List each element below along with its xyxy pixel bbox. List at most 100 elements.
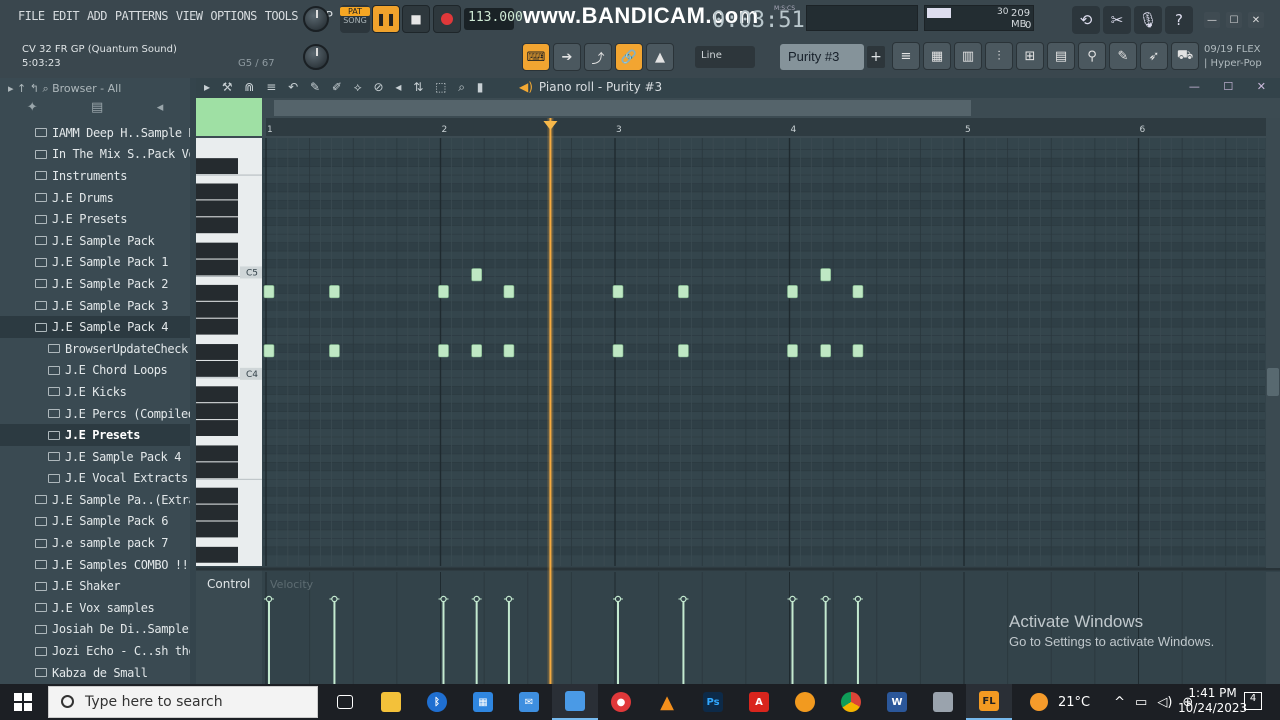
- browser-item[interactable]: J.E Sample Pa..(Extracts): [0, 489, 190, 511]
- midi-note[interactable]: [329, 285, 340, 299]
- midi-note[interactable]: [263, 344, 275, 358]
- help-icon[interactable]: ?: [1165, 6, 1193, 34]
- browser-item[interactable]: Jozi Echo - C..sh the beat): [0, 640, 190, 662]
- typing-keyboard-icon[interactable]: ⌨: [522, 43, 550, 71]
- tempo-display[interactable]: 113.000: [464, 8, 523, 30]
- channel-rack-icon[interactable]: ▦: [923, 42, 951, 70]
- photoshop-icon[interactable]: Ps: [690, 684, 736, 720]
- mail-icon[interactable]: ✉: [506, 684, 552, 720]
- windows-start-icon[interactable]: [14, 693, 32, 711]
- menu-view[interactable]: VIEW: [176, 9, 203, 23]
- word-icon[interactable]: W: [874, 684, 920, 720]
- metronome-icon[interactable]: ▲: [646, 43, 674, 71]
- vlc-icon[interactable]: ▲: [644, 684, 690, 720]
- midi-note[interactable]: [678, 344, 689, 358]
- black-key[interactable]: [196, 344, 238, 360]
- midi-note[interactable]: [263, 285, 275, 299]
- midi-note[interactable]: [329, 344, 340, 358]
- cart-icon[interactable]: ⛟: [1171, 42, 1199, 70]
- browser-item[interactable]: IAMM Deep H..Sample Kit: [0, 122, 190, 144]
- midi-note[interactable]: [820, 344, 831, 358]
- task-view-icon[interactable]: [322, 684, 368, 720]
- browser-item[interactable]: J.E Presets: [0, 424, 190, 446]
- control-target[interactable]: Velocity: [270, 578, 313, 591]
- midi-note[interactable]: [438, 285, 449, 299]
- black-key[interactable]: [196, 386, 238, 403]
- black-key[interactable]: [196, 217, 238, 234]
- piano-roll-canvas[interactable]: 1 2 3 4 5 6 C5 C4: [196, 78, 1280, 684]
- wand-icon[interactable]: ✎: [1109, 42, 1137, 70]
- velocity-handle[interactable]: [331, 595, 338, 603]
- pattern-selector[interactable]: Purity #3: [780, 44, 864, 70]
- browser-item[interactable]: J.E Sample Pack 1: [0, 252, 190, 274]
- tray-clock[interactable]: 1:41 PM 10/24/2023: [1178, 686, 1247, 716]
- midi-note[interactable]: [787, 285, 798, 299]
- browser-item[interactable]: J.E Sample Pack 3: [0, 295, 190, 317]
- undo-history-icon[interactable]: ⟲: [1072, 6, 1100, 34]
- browser-item[interactable]: J.E Presets: [0, 208, 190, 230]
- acrobat-icon[interactable]: A: [736, 684, 782, 720]
- close-icon[interactable]: ✕: [1248, 12, 1264, 28]
- app-window-icon[interactable]: [552, 684, 598, 720]
- midi-note[interactable]: [852, 344, 864, 358]
- menu-options[interactable]: OPTIONS: [210, 9, 257, 23]
- black-key[interactable]: [196, 360, 238, 377]
- pause-button[interactable]: ❚❚: [372, 5, 400, 33]
- link-icon[interactable]: 🔗: [615, 43, 643, 71]
- velocity-handle[interactable]: [265, 595, 273, 603]
- black-key[interactable]: [196, 183, 238, 200]
- browser-item[interactable]: J.E Kicks: [0, 381, 190, 403]
- chrome-icon[interactable]: [828, 684, 874, 720]
- black-key[interactable]: [196, 284, 238, 301]
- sliders-icon[interactable]: ⫶: [985, 42, 1013, 70]
- black-key[interactable]: [196, 318, 238, 335]
- tray-chevron-icon[interactable]: ^: [1114, 695, 1125, 710]
- playlist-icon[interactable]: ≡: [892, 42, 920, 70]
- browser-nav-icon[interactable]: ▸ ↑ ↰ ⌕: [8, 82, 52, 95]
- file-explorer-icon[interactable]: [368, 684, 414, 720]
- minimize-icon[interactable]: —: [1204, 12, 1220, 28]
- stop-button[interactable]: ■: [402, 5, 430, 33]
- browser-item[interactable]: J.E Chord Loops: [0, 360, 190, 382]
- black-key[interactable]: [196, 462, 238, 479]
- taskbar-search[interactable]: Type here to search: [48, 686, 318, 718]
- master-pitch-knob[interactable]: [303, 44, 329, 70]
- plug-icon[interactable]: ⚲: [1078, 42, 1106, 70]
- browser-item[interactable]: J.E Shaker: [0, 575, 190, 597]
- velocity-handle[interactable]: [473, 595, 480, 603]
- velocity-handle[interactable]: [854, 595, 862, 603]
- black-key[interactable]: [196, 403, 238, 420]
- timeline-ruler[interactable]: [266, 118, 1266, 136]
- browser-pin-icon[interactable]: ✦: [27, 100, 38, 122]
- curve-icon[interactable]: ⤴: [584, 43, 612, 71]
- browser-item[interactable]: J.E Vox samples: [0, 597, 190, 619]
- vertical-scroll-thumb[interactable]: [1267, 368, 1279, 396]
- black-key[interactable]: [196, 445, 238, 462]
- velocity-handle[interactable]: [440, 595, 447, 603]
- piano-roll-tools-icon[interactable]: ▸ ⚒ ⋒ ≡ ↶ ✎ ✐ ⟡ ⊘ ◂ ⇅ ⬚ ⌕ ▮: [204, 80, 487, 95]
- black-key[interactable]: [196, 158, 238, 175]
- add-pattern-button[interactable]: +: [867, 46, 885, 68]
- browser-title[interactable]: Browser - All: [52, 82, 121, 95]
- bluetooth-icon[interactable]: ᛒ: [414, 684, 460, 720]
- tree-icon[interactable]: ⊞: [1016, 42, 1044, 70]
- menu-patterns[interactable]: PATTERNS: [115, 9, 169, 23]
- browser-item[interactable]: J.E Sample Pack 4: [0, 316, 190, 338]
- black-key[interactable]: [196, 420, 238, 436]
- black-key[interactable]: [196, 301, 238, 318]
- pattern-overview-scroll[interactable]: [274, 100, 971, 116]
- midi-note[interactable]: [820, 268, 831, 282]
- tool-corner-button[interactable]: [196, 98, 262, 136]
- browser-item[interactable]: J.E Drums: [0, 187, 190, 209]
- menu-tools[interactable]: TOOLS: [265, 9, 299, 23]
- midi-note[interactable]: [503, 344, 515, 358]
- notifications-icon[interactable]: 4: [1244, 692, 1262, 710]
- store-icon[interactable]: ▦: [460, 684, 506, 720]
- browser-item[interactable]: J.E Sample Pack 6: [0, 511, 190, 533]
- network-icon[interactable]: ▭: [1135, 695, 1147, 710]
- midi-note[interactable]: [678, 285, 689, 299]
- speaker-tray-icon[interactable]: ◁): [1157, 695, 1172, 710]
- control-label[interactable]: Control: [207, 577, 250, 591]
- black-key[interactable]: [196, 487, 238, 504]
- weather-temperature[interactable]: 21°C: [1058, 695, 1090, 710]
